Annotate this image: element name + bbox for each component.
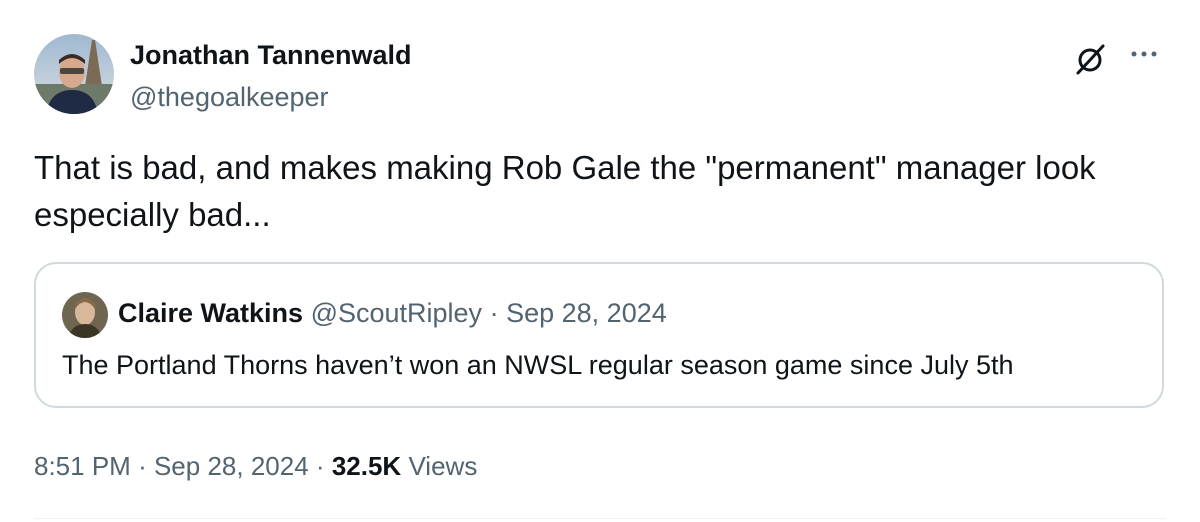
tweet-header: Jonathan Tannenwald @thegoalkeeper	[34, 34, 1166, 116]
tweet-text: That is bad, and makes making Rob Gale t…	[34, 149, 1096, 233]
author-info: Jonathan Tannenwald @thegoalkeeper	[130, 38, 412, 114]
views-count[interactable]: 32.5K	[332, 451, 401, 481]
quoted-tweet-text: The Portland Thorns haven’t won an NWSL …	[62, 350, 1014, 380]
quoted-author-name: Claire Watkins	[118, 298, 304, 328]
tweet-date[interactable]: Sep 28, 2024	[154, 451, 309, 481]
quoted-author-avatar	[62, 292, 108, 338]
quoted-tweet-card[interactable]: Claire Watkins @ScoutRipley · Sep 28, 20…	[34, 262, 1164, 408]
meta-separator-2: ·	[315, 451, 325, 481]
author-avatar[interactable]	[34, 34, 114, 114]
grok-icon[interactable]	[1070, 40, 1110, 80]
quoted-author-handle: @ScoutRipley	[310, 298, 483, 328]
views-label[interactable]: Views	[408, 451, 477, 481]
more-dots-icon[interactable]	[1124, 40, 1164, 80]
divider	[34, 518, 1166, 519]
quoted-tweet-header: Claire Watkins @ScoutRipley · Sep 28, 20…	[118, 296, 667, 330]
tweet-time[interactable]: 8:51 PM	[34, 451, 131, 481]
quoted-separator: ·	[489, 298, 499, 328]
meta-separator: ·	[138, 451, 147, 481]
author-display-name[interactable]: Jonathan Tannenwald	[130, 38, 412, 72]
quoted-avatar-photo-icon	[62, 292, 108, 338]
quoted-tweet-date: Sep 28, 2024	[506, 298, 667, 328]
tweet-meta: 8:51 PM · Sep 28, 2024 · 32.5K Views	[34, 449, 477, 483]
avatar-photo-icon	[34, 34, 114, 114]
author-handle[interactable]: @thegoalkeeper	[130, 80, 412, 114]
